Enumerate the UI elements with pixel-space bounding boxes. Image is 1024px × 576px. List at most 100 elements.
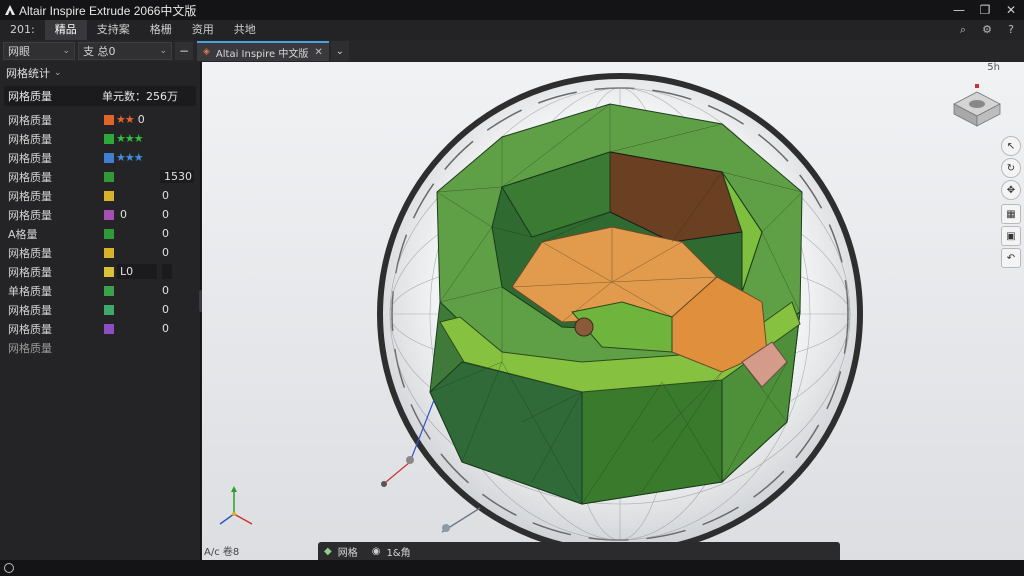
row-count: 0	[162, 227, 169, 240]
menu-item-common[interactable]: 共地	[224, 20, 266, 40]
window-controls: — ❐ ✕	[952, 2, 1018, 18]
menu-item-grid[interactable]: 格栅	[140, 20, 182, 40]
stats-row-label: 网格质量	[8, 132, 52, 146]
stats-row[interactable]: 网格质量 L0	[0, 262, 200, 281]
color-swatch	[104, 171, 114, 182]
stats-row-label: 网格质量	[8, 265, 52, 279]
stats-row[interactable]: 网格质量 0	[0, 300, 200, 319]
menu-item-file[interactable]: 201:	[0, 20, 45, 40]
mesh-stats-panel: 网格统计 ⌄ 网格质量 单元数：256万 网格质量 ★★ 0 网格质量 ★★★ 网格质量 ★…	[0, 62, 201, 560]
mesh-icon: ◆	[324, 545, 332, 557]
stats-row-label: 网格质量	[8, 208, 52, 222]
stats-row[interactable]: 网格质量 ★★ 0	[0, 110, 200, 129]
view-dropdown-value: 网眼	[8, 45, 30, 58]
rotate-icon[interactable]: ↻	[1001, 158, 1021, 178]
app-window: Altair Inspire Extrude 2066中文版 — ❐ ✕ 201…	[0, 0, 1024, 576]
row-count: 0	[162, 284, 169, 297]
color-swatch	[104, 247, 114, 258]
close-icon[interactable]: ✕	[1004, 2, 1018, 18]
color-swatch	[104, 228, 114, 239]
color-swatch	[104, 266, 114, 277]
row-count: 1530	[160, 170, 194, 183]
grid-icon[interactable]: ▦	[1001, 204, 1021, 224]
status-mesh-label[interactable]: 网格	[338, 544, 358, 559]
panel-header[interactable]: 网格统计 ⌄	[0, 62, 200, 84]
bottom-bar	[0, 560, 1024, 576]
status-indicator-icon[interactable]	[4, 563, 14, 573]
chevron-down-icon: ⌄	[159, 46, 167, 56]
color-swatch	[104, 152, 114, 163]
row-count: 0	[162, 189, 169, 202]
settings-icon[interactable]: ⚙	[980, 22, 994, 38]
caret-icon: ⌄	[335, 45, 344, 57]
toolbar: 网眼 ⌄ 支 总0 ⌄ − ◈ Altai Inspire 中文版 ✕ ⌄	[0, 40, 1024, 62]
stats-list: 网格质量 ★★ 0 网格质量 ★★★ 网格质量 ★★★ 网格质量 1530 网格质量 0 网格质量 0 0…	[0, 110, 200, 338]
menu-item-support[interactable]: 支持案	[87, 20, 140, 40]
box-icon[interactable]: ▣	[1001, 226, 1021, 246]
stats-row[interactable]: 网格质量 ★★★	[0, 148, 200, 167]
target-icon: ◉	[371, 545, 381, 557]
stats-row[interactable]: 网格质量 1530	[0, 167, 200, 186]
quality-stars: ★★★	[116, 151, 144, 164]
axis-triad	[219, 486, 253, 525]
stats-row-label: A格量	[8, 227, 38, 241]
stats-row[interactable]: 单格质量 0	[0, 281, 200, 300]
stats-row-label: 网格质量	[8, 322, 52, 336]
minus-icon: −	[178, 44, 190, 58]
undo-icon[interactable]: ↶	[1001, 248, 1021, 268]
stats-row-label: 单格质量	[8, 284, 52, 298]
stats-row[interactable]: 网格质量 0	[0, 319, 200, 338]
viewport-corner-label: 5h	[987, 62, 1000, 73]
tab-list-button[interactable]: ⌄	[330, 41, 349, 61]
color-swatch	[104, 133, 114, 144]
view-dropdown[interactable]: 网眼 ⌄	[3, 42, 75, 60]
3d-viewport[interactable]: 5h ↖ ↻ ✥ ▦ ▣ ↶ A/c 卷8 ◆ 网格 ◉ 1&角	[202, 62, 1024, 560]
stats-row-label: 网格质量	[8, 113, 52, 127]
color-swatch	[104, 114, 114, 125]
menu-bar: 201: 精品 支持案 格栅 资用 共地 ⌕ ⚙ ?	[0, 20, 1024, 40]
color-swatch	[104, 304, 114, 315]
summary-value: 单元数：256万	[102, 90, 178, 103]
title-bar: Altair Inspire Extrude 2066中文版 — ❐ ✕	[0, 0, 1024, 20]
search-icon[interactable]: ⌕	[956, 22, 970, 38]
minus-button[interactable]: −	[175, 42, 193, 60]
stats-row-label: 网格质量	[8, 189, 52, 203]
stats-row[interactable]: A格量 0	[0, 224, 200, 243]
quality-stars: ★★★	[116, 132, 144, 145]
menu-right-tools: ⌕ ⚙ ?	[956, 22, 1018, 38]
value-field	[162, 264, 172, 279]
option-dropdown-value: 支 总0	[83, 45, 116, 58]
viewport-status-bar: ◆ 网格 ◉ 1&角	[318, 542, 840, 560]
row-count: 0	[162, 322, 169, 335]
stats-row[interactable]: 网格质量 ★★★	[0, 129, 200, 148]
stats-row-label: 网格质量	[8, 303, 52, 317]
mesh-model	[219, 73, 863, 555]
panel-footer-label: 网格质量	[8, 341, 52, 355]
row-count: 0	[162, 246, 169, 259]
stats-row[interactable]: 网格质量 0	[0, 186, 200, 205]
row-value: L0	[120, 265, 134, 278]
row-count: 0	[162, 303, 169, 316]
color-swatch	[104, 209, 114, 220]
altair-logo-icon	[3, 3, 17, 17]
axis-label: A/c 卷8	[204, 547, 240, 558]
view-tools: ↖ ↻ ✥ ▦ ▣ ↶	[1001, 136, 1021, 268]
color-swatch	[104, 190, 114, 201]
help-icon[interactable]: ?	[1004, 22, 1018, 38]
select-icon[interactable]: ↖	[1001, 136, 1021, 156]
panel-header-label: 网格统计	[6, 67, 50, 80]
view-navigation-cube[interactable]	[948, 82, 1006, 130]
minimize-icon[interactable]: —	[952, 2, 966, 18]
stats-row[interactable]: 网格质量 0 0	[0, 205, 200, 224]
restore-icon[interactable]: ❐	[978, 2, 992, 18]
status-angle-label[interactable]: 1&角	[386, 544, 410, 559]
stats-row[interactable]: 网格质量 0	[0, 243, 200, 262]
document-tab[interactable]: ◈ Altai Inspire 中文版 ✕	[197, 41, 329, 61]
close-tab-icon[interactable]: ✕	[314, 47, 322, 58]
panel-footer-row: 网格质量	[0, 338, 200, 357]
menu-item-resources[interactable]: 资用	[182, 20, 224, 40]
menu-item-quality[interactable]: 精品	[44, 20, 87, 40]
option-dropdown[interactable]: 支 总0 ⌄	[78, 42, 172, 60]
pan-icon[interactable]: ✥	[1001, 180, 1021, 200]
chevron-down-icon: ⌄	[54, 68, 62, 78]
